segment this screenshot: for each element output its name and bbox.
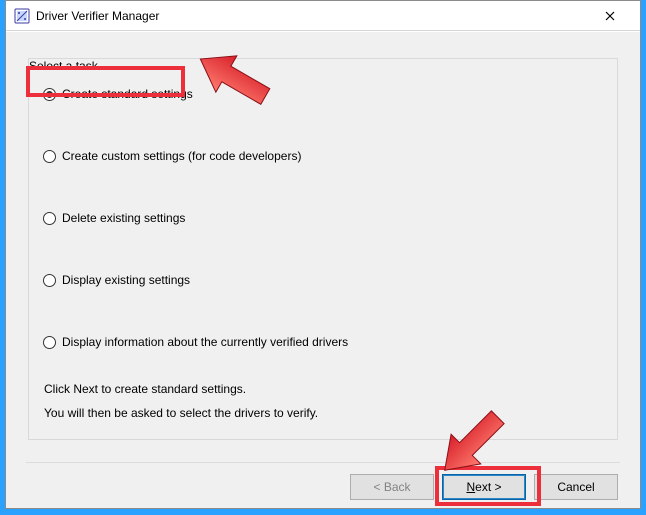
radio-icon bbox=[43, 150, 56, 163]
radio-label: Display existing settings bbox=[62, 273, 190, 287]
radio-label: Delete existing settings bbox=[62, 211, 185, 225]
radio-delete-existing[interactable]: Delete existing settings bbox=[43, 211, 185, 225]
separator bbox=[26, 462, 620, 464]
radio-icon bbox=[43, 274, 56, 287]
next-button[interactable]: Next > bbox=[442, 474, 526, 500]
radio-label: Display information about the currently … bbox=[62, 335, 348, 349]
radio-label: Create custom settings (for code develop… bbox=[62, 149, 301, 163]
window-frame: Driver Verifier Manager Select a task Cr… bbox=[5, 0, 641, 509]
radio-icon bbox=[43, 336, 56, 349]
close-button[interactable] bbox=[588, 2, 632, 30]
back-button: < Back bbox=[350, 474, 434, 500]
client-area: Select a task Create standard settings C… bbox=[6, 32, 640, 508]
window-title: Driver Verifier Manager bbox=[36, 9, 588, 23]
radio-create-standard[interactable]: Create standard settings bbox=[43, 87, 193, 101]
cancel-button-label: Cancel bbox=[557, 480, 594, 494]
app-icon bbox=[14, 8, 30, 24]
cancel-button[interactable]: Cancel bbox=[534, 474, 618, 500]
next-button-label: Next > bbox=[466, 480, 501, 494]
radio-icon bbox=[43, 212, 56, 225]
help-text-2: You will then be asked to select the dri… bbox=[44, 406, 318, 420]
titlebar: Driver Verifier Manager bbox=[6, 1, 640, 31]
radio-icon bbox=[43, 88, 56, 101]
task-legend: Select a task bbox=[29, 59, 98, 73]
radio-display-current[interactable]: Display information about the currently … bbox=[43, 335, 348, 349]
help-text-1: Click Next to create standard settings. bbox=[44, 382, 246, 396]
wizard-buttons: < Back Next > Cancel bbox=[350, 474, 618, 500]
radio-create-custom[interactable]: Create custom settings (for code develop… bbox=[43, 149, 301, 163]
radio-display-existing[interactable]: Display existing settings bbox=[43, 273, 190, 287]
close-icon bbox=[605, 11, 615, 21]
radio-label: Create standard settings bbox=[62, 87, 193, 101]
back-button-label: < Back bbox=[373, 480, 410, 494]
